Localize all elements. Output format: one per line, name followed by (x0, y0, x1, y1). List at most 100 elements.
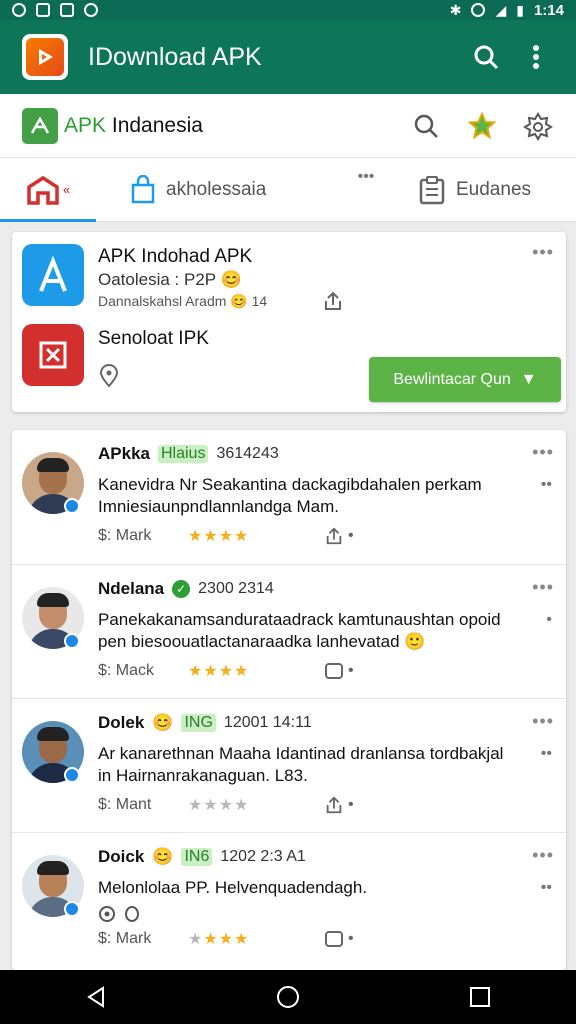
settings-button[interactable] (518, 106, 558, 146)
tag-icon (39, 341, 67, 369)
more-vertical-icon (533, 45, 539, 69)
post-footer: $: Mack ★★★★ • (98, 661, 354, 681)
comment-icon (325, 931, 343, 947)
post-footer: $: Mant ★★★★ • (98, 795, 354, 815)
share-icon (325, 291, 341, 310)
post-more-icon[interactable]: ••• (532, 845, 554, 866)
store-icon (27, 175, 59, 205)
image-icon (60, 3, 74, 17)
location-button[interactable] (98, 364, 120, 393)
post-author[interactable]: Doick (98, 847, 144, 867)
signal-icon: ◢ (495, 1, 507, 18)
star-rating: ★★★★ (188, 663, 250, 680)
post-more-icon[interactable]: ••• (532, 711, 554, 732)
list-item: Ndelana ✓ 2300 2314 ••• Panekakanamsandu… (12, 564, 566, 698)
post-author[interactable]: Dolek (98, 713, 144, 733)
back-icon (87, 986, 104, 1008)
home-button[interactable] (258, 977, 318, 1017)
star-rating: ★★★★ (188, 797, 250, 814)
share-button[interactable]: • (324, 795, 354, 815)
post-text: Ar kanarethnan Maaha Idantinad dranlansa… (98, 744, 504, 785)
featured-card: APK Indohad APK Oatolesia : P2P 😊 Dannal… (12, 232, 566, 412)
tab-categories[interactable]: akholessaia (96, 158, 326, 222)
post-tag: ING (181, 714, 216, 732)
featured-app-icon[interactable] (22, 244, 84, 306)
featured-app-name[interactable]: APK Indohad APK (98, 246, 252, 268)
post-mark: $: Mant (98, 796, 152, 813)
more-icon[interactable]: ••• (532, 242, 554, 263)
sub-search-button[interactable] (406, 106, 446, 146)
emoji-icon: 🙂 (404, 632, 426, 651)
search-icon (474, 45, 499, 70)
comment-button[interactable]: • (324, 661, 354, 681)
apk-logo-icon (22, 107, 58, 144)
verified-badge-icon (64, 767, 80, 783)
app-bar: IDownload APK (0, 20, 576, 94)
post-author[interactable]: APkka (98, 444, 150, 464)
tab-home[interactable]: « (0, 158, 96, 222)
share-icon (326, 527, 342, 545)
tab-updates[interactable]: Eudanes (406, 158, 576, 222)
post-date: 2300 2314 (198, 580, 274, 597)
recents-icon (470, 987, 490, 1007)
verified-badge-icon (64, 498, 80, 514)
alarm-icon (471, 3, 486, 17)
location-pin-icon (99, 364, 119, 388)
post-more-icon[interactable]: ••• (532, 442, 554, 463)
star-icon (467, 111, 497, 139)
sub-header-title: APK Indanesia (64, 113, 203, 137)
star-rating: ★★★★ (188, 931, 250, 948)
post-date: 12001 14:11 (223, 714, 312, 731)
share-button[interactable] (322, 290, 344, 317)
post-footer: $: Mark ★★★★ • (98, 929, 354, 949)
circle-icon[interactable] (124, 905, 140, 923)
location-pin-icon[interactable] (98, 905, 116, 923)
post-side-icon[interactable]: •• (541, 476, 552, 494)
status-time: 1:14 (533, 1, 564, 19)
post-header: Ndelana ✓ 2300 2314 (98, 579, 274, 599)
second-app-icon[interactable] (22, 324, 84, 386)
search-icon (414, 114, 438, 138)
status-system-icons: ✱ ◢ ▮ 1:14 (450, 2, 564, 19)
post-tag: IN6 (181, 848, 213, 866)
sub-header: APK Indanesia (0, 94, 576, 158)
comment-button[interactable]: • (324, 929, 354, 949)
post-text: Melonlolaa PP. Helvenquadendagh. (98, 878, 368, 897)
post-header: Doick 😊 IN6 1202 2:3 A1 (98, 847, 306, 867)
recents-button[interactable] (450, 977, 510, 1017)
comment-icon (325, 663, 343, 679)
post-mark: $: Mack (98, 662, 155, 679)
system-nav-bar (0, 970, 576, 1024)
dropdown-arrow-icon: ▼ (520, 370, 537, 388)
post-author[interactable]: Ndelana (98, 579, 164, 599)
post-icons (98, 905, 140, 923)
second-app-name[interactable]: Senoloat IPK (98, 328, 209, 350)
back-button[interactable] (66, 977, 126, 1017)
list-item: Dolek 😊 ING 12001 14:11 ••• Ar kanarethn… (12, 698, 566, 832)
tab-more[interactable]: ••• (326, 158, 406, 222)
post-side-icon[interactable]: •• (541, 879, 552, 897)
post-more-icon[interactable]: ••• (532, 577, 554, 598)
home-icon (277, 986, 299, 1008)
smile-emoji-icon: 😊 (220, 270, 242, 289)
post-side-icon[interactable]: • (546, 611, 552, 629)
post-side-icon[interactable]: •• (541, 745, 552, 763)
message-icon (36, 3, 50, 17)
verified-badge-icon (64, 633, 80, 649)
status-bar: ✱ ◢ ▮ 1:14 (0, 0, 576, 20)
favorites-button[interactable] (462, 106, 502, 146)
app-store-icon (39, 255, 67, 292)
overflow-menu-button[interactable] (516, 37, 556, 77)
post-date: 1202 2:3 A1 (220, 848, 306, 865)
featured-app-subtitle: Oatolesia : P2P 😊 (98, 270, 242, 289)
list-item: APkka Hlaius 3614243 ••• Kanevidra Nr Se… (12, 430, 566, 564)
list-item: Doick 😊 IN6 1202 2:3 A1 ••• Melonlolaa P… (12, 832, 566, 966)
download-button[interactable]: Bewlintacar Qun ▼ (369, 357, 561, 402)
notification-icon (12, 3, 26, 17)
post-header: APkka Hlaius 3614243 (98, 444, 279, 464)
search-button[interactable] (466, 37, 506, 77)
share-button[interactable]: • (324, 526, 354, 546)
smile-emoji-icon: 😊 (230, 293, 248, 309)
tab-bar: « akholessaia ••• Eudanes (0, 158, 576, 222)
gear-icon (523, 111, 553, 141)
